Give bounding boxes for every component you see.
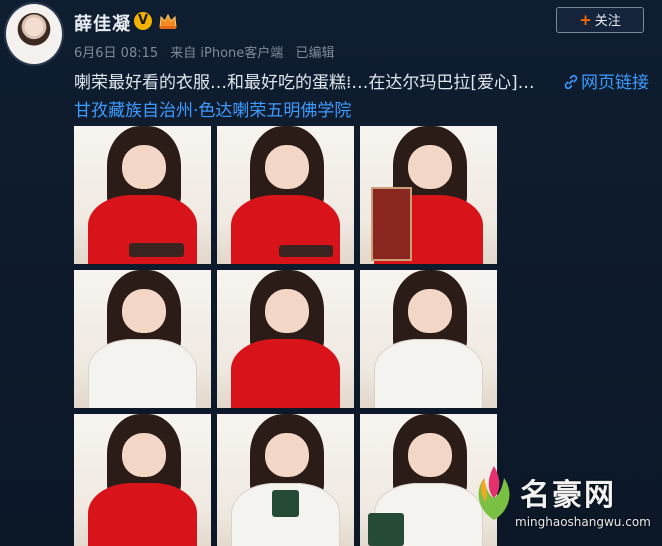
- follow-label: 关注: [594, 14, 621, 29]
- location-link[interactable]: 甘孜藏族自治州·色达喇荣五明佛学院: [74, 96, 351, 121]
- follow-button[interactable]: + 关注: [556, 7, 644, 33]
- weibo-post: 薛佳凝 V + 关注 6月6日 08:15 来自 iPhone客户端 已编辑 喇荣…: [0, 0, 662, 546]
- link-icon: [564, 74, 578, 90]
- photo-8[interactable]: [217, 414, 354, 546]
- photo-2[interactable]: [217, 126, 354, 264]
- web-link[interactable]: 网页链接: [564, 68, 649, 93]
- post-source: 来自 iPhone客户端: [170, 46, 284, 61]
- web-link-label: 网页链接: [581, 73, 649, 93]
- watermark-name: 名豪网: [520, 478, 616, 513]
- post-edited[interactable]: 已编辑: [295, 46, 334, 61]
- plus-icon: +: [579, 11, 592, 29]
- verified-badge-icon: V: [134, 12, 152, 30]
- watermark-url: minghaoshangwu.com: [515, 515, 651, 529]
- photo-7[interactable]: [74, 414, 211, 546]
- photo-1[interactable]: [74, 126, 211, 264]
- post-meta: 6月6日 08:15 来自 iPhone客户端 已编辑: [74, 42, 342, 61]
- post-date[interactable]: 6月6日 08:15: [74, 46, 158, 61]
- username[interactable]: 薛佳凝: [74, 10, 131, 36]
- post-text: 喇荣最好看的衣服…和最好吃的蛋糕⁞…在达尔玛巴拉[爱心]…: [74, 73, 535, 93]
- watermark-logo-icon: [478, 466, 510, 520]
- photo-5[interactable]: [217, 270, 354, 408]
- vip-crown-icon: [159, 13, 177, 29]
- photo-4[interactable]: [74, 270, 211, 408]
- avatar[interactable]: [4, 2, 64, 66]
- photo-3[interactable]: [360, 126, 497, 264]
- photo-6[interactable]: [360, 270, 497, 408]
